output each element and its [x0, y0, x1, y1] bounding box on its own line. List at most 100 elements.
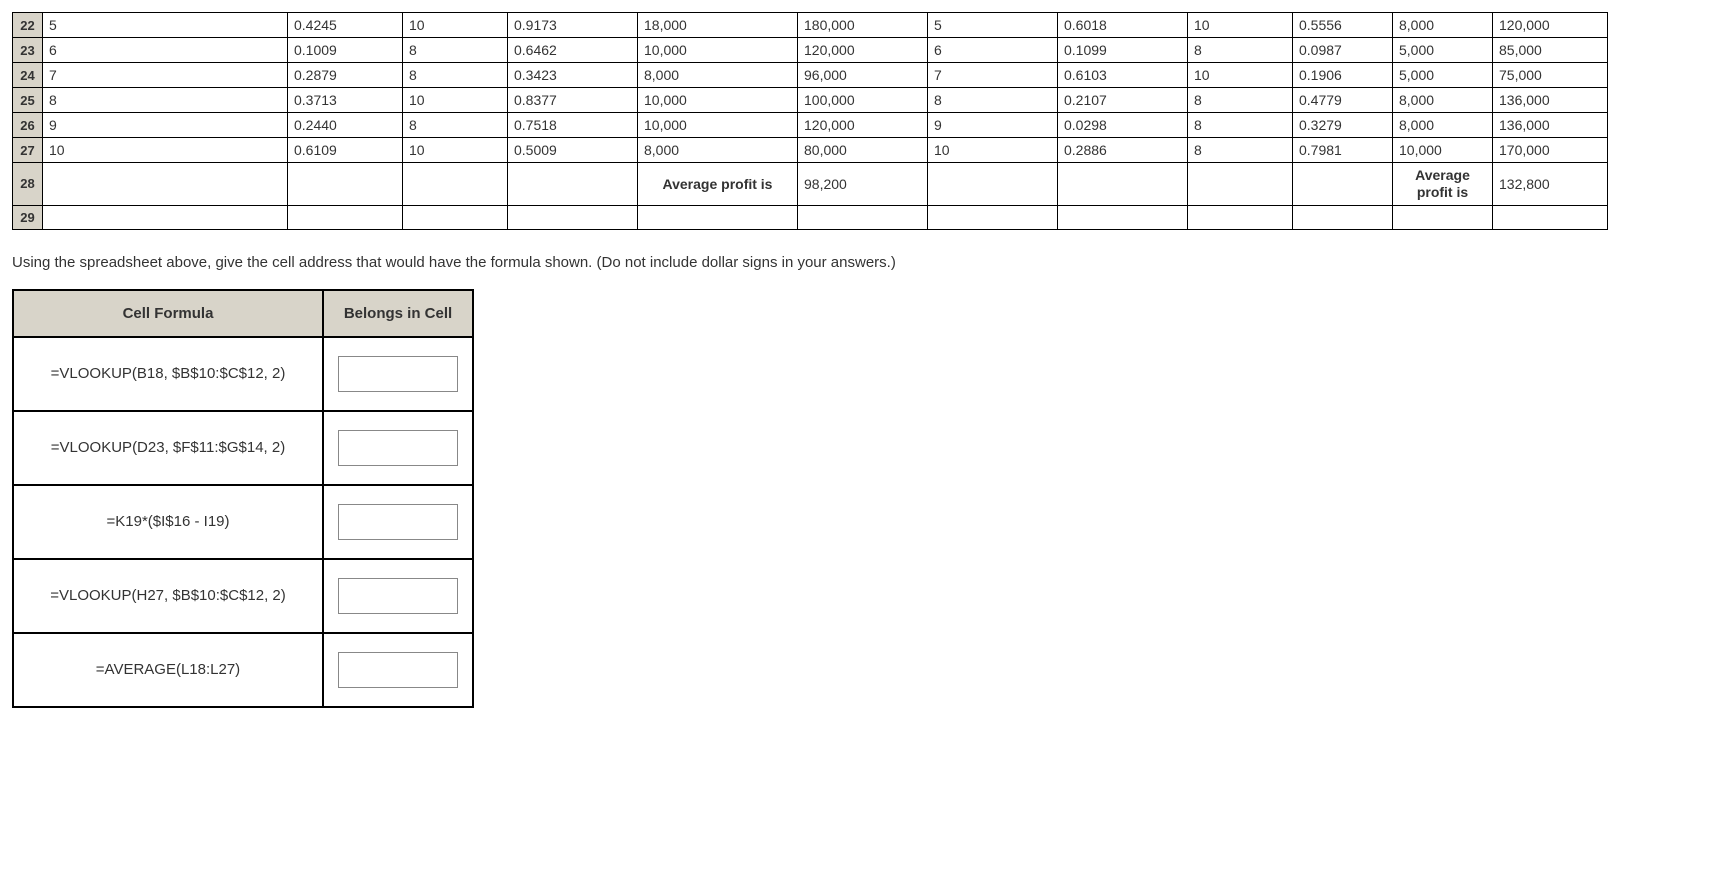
cell	[508, 163, 638, 206]
cell	[1493, 205, 1608, 229]
answer-input[interactable]	[338, 578, 458, 614]
cell: 85,000	[1493, 38, 1608, 63]
avg-profit-value-1: 98,200	[798, 163, 928, 206]
cell	[508, 205, 638, 229]
cell: 5,000	[1393, 63, 1493, 88]
cell: 0.8377	[508, 88, 638, 113]
formula-cell: =VLOOKUP(D23, $F$11:$G$14, 2)	[13, 411, 323, 485]
cell: 8	[1188, 113, 1293, 138]
answer-cell	[323, 485, 473, 559]
cell: 10	[1188, 63, 1293, 88]
row-number: 28	[13, 163, 43, 206]
cell: 8	[1188, 138, 1293, 163]
cell: 0.3423	[508, 63, 638, 88]
cell	[1058, 205, 1188, 229]
answer-row: =AVERAGE(L18:L27)	[13, 633, 473, 707]
cell: 10,000	[638, 38, 798, 63]
cell	[638, 205, 798, 229]
row-number: 23	[13, 38, 43, 63]
cell: 0.1009	[288, 38, 403, 63]
cell	[1393, 205, 1493, 229]
cell: 120,000	[798, 113, 928, 138]
cell: 10	[43, 138, 288, 163]
formula-cell: =AVERAGE(L18:L27)	[13, 633, 323, 707]
cell: 0.2440	[288, 113, 403, 138]
formula-cell: =VLOOKUP(B18, $B$10:$C$12, 2)	[13, 337, 323, 411]
answer-input[interactable]	[338, 430, 458, 466]
cell	[798, 205, 928, 229]
cell: 8	[43, 88, 288, 113]
cell: 100,000	[798, 88, 928, 113]
cell: 0.0298	[1058, 113, 1188, 138]
cell: 0.7518	[508, 113, 638, 138]
cell	[1188, 163, 1293, 206]
cell: 0.3713	[288, 88, 403, 113]
cell: 9	[43, 113, 288, 138]
cell: 0.6109	[288, 138, 403, 163]
cell: 10	[403, 138, 508, 163]
cell: 120,000	[1493, 13, 1608, 38]
cell: 10,000	[638, 88, 798, 113]
answer-row: =VLOOKUP(B18, $B$10:$C$12, 2)	[13, 337, 473, 411]
answer-row: =K19*($I$16 - I19)	[13, 485, 473, 559]
cell: 8	[403, 63, 508, 88]
cell: 5,000	[1393, 38, 1493, 63]
cell: 120,000	[798, 38, 928, 63]
cell: 0.6462	[508, 38, 638, 63]
cell: 75,000	[1493, 63, 1608, 88]
avg-profit-value-2: 132,800	[1493, 163, 1608, 206]
cell: 0.7981	[1293, 138, 1393, 163]
cell	[43, 163, 288, 206]
cell: 6	[928, 38, 1058, 63]
cell: 7	[43, 63, 288, 88]
row-number: 26	[13, 113, 43, 138]
cell: 10	[403, 13, 508, 38]
cell: 170,000	[1493, 138, 1608, 163]
cell: 136,000	[1493, 88, 1608, 113]
formula-cell: =K19*($I$16 - I19)	[13, 485, 323, 559]
cell: 0.3279	[1293, 113, 1393, 138]
cell: 8,000	[1393, 113, 1493, 138]
row-number: 27	[13, 138, 43, 163]
cell	[1293, 163, 1393, 206]
cell: 0.6103	[1058, 63, 1188, 88]
answer-row: =VLOOKUP(D23, $F$11:$G$14, 2)	[13, 411, 473, 485]
cell: 8	[403, 113, 508, 138]
cell: 8	[1188, 88, 1293, 113]
cell: 8	[1188, 38, 1293, 63]
answer-input[interactable]	[338, 504, 458, 540]
summary-row: 28Average profit is98,200Averageprofit i…	[13, 163, 1608, 206]
col-header-belongs: Belongs in Cell	[323, 290, 473, 337]
table-row: 2690.244080.751810,000120,00090.029880.3…	[13, 113, 1608, 138]
row-number: 24	[13, 63, 43, 88]
answer-cell	[323, 633, 473, 707]
cell: 8,000	[638, 63, 798, 88]
cell: 0.1906	[1293, 63, 1393, 88]
table-row: 2580.3713100.837710,000100,00080.210780.…	[13, 88, 1608, 113]
cell	[1188, 205, 1293, 229]
cell: 0.6018	[1058, 13, 1188, 38]
cell: 18,000	[638, 13, 798, 38]
cell: 9	[928, 113, 1058, 138]
cell: 0.9173	[508, 13, 638, 38]
cell: 0.2879	[288, 63, 403, 88]
answer-cell	[323, 411, 473, 485]
cell: 0.2886	[1058, 138, 1188, 163]
row-number: 22	[13, 13, 43, 38]
cell: 7	[928, 63, 1058, 88]
row-number: 29	[13, 205, 43, 229]
answer-input[interactable]	[338, 356, 458, 392]
cell: 10	[403, 88, 508, 113]
table-row: 2360.100980.646210,000120,00060.109980.0…	[13, 38, 1608, 63]
cell: 10	[1188, 13, 1293, 38]
instruction-text: Using the spreadsheet above, give the ce…	[12, 254, 1723, 271]
cell: 8	[928, 88, 1058, 113]
cell: 96,000	[798, 63, 928, 88]
cell: 0.5009	[508, 138, 638, 163]
cell: 180,000	[798, 13, 928, 38]
spreadsheet-table: 2250.4245100.917318,000180,00050.6018100…	[12, 12, 1608, 230]
cell: 0.5556	[1293, 13, 1393, 38]
answer-input[interactable]	[338, 652, 458, 688]
answer-row: =VLOOKUP(H27, $B$10:$C$12, 2)	[13, 559, 473, 633]
cell: 0.0987	[1293, 38, 1393, 63]
